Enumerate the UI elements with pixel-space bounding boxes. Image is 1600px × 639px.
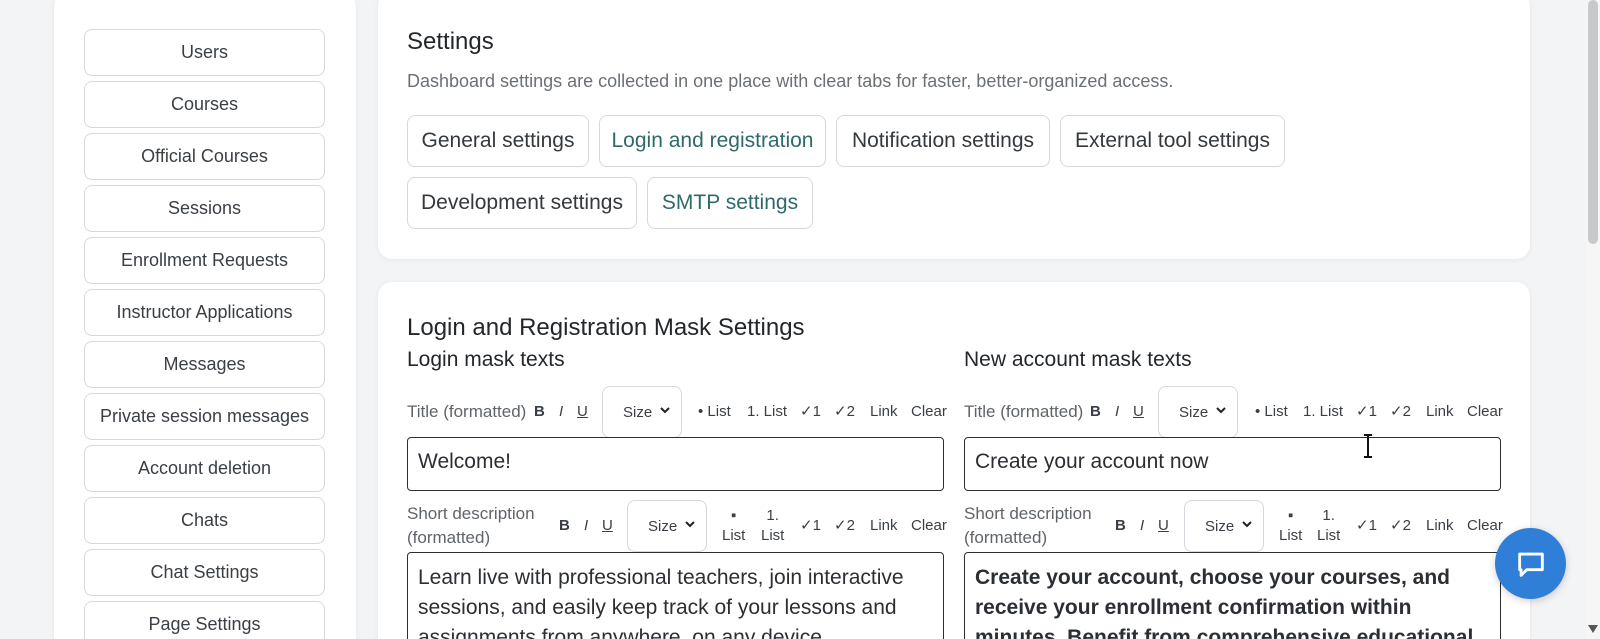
sidebar-item-sessions[interactable]: Sessions [84, 185, 325, 232]
register-title-bullet-list-button[interactable]: • List [1255, 402, 1288, 422]
register-desc-check1-button[interactable]: ✓1 [1356, 516, 1377, 536]
login-description-textarea[interactable]: Learn live with professional teachers, j… [407, 552, 944, 639]
register-desc-size-select[interactable]: Size [1184, 500, 1264, 552]
sidebar-item-enrollment-requests[interactable]: Enrollment Requests [84, 237, 325, 284]
register-description-textarea[interactable]: Create your account, choose your courses… [964, 552, 1501, 639]
new-account-mask-heading: New account mask texts [964, 348, 1192, 371]
chevron-down-icon [1216, 407, 1226, 414]
login-desc-check2-button[interactable]: ✓2 [834, 516, 855, 536]
mask-settings-title: Login and Registration Mask Settings [407, 314, 805, 341]
register-desc-underline-button[interactable]: U [1158, 516, 1169, 536]
sidebar-item-messages[interactable]: Messages [84, 341, 325, 388]
login-desc-underline-button[interactable]: U [602, 516, 613, 536]
login-desc-bullet-list-button[interactable]: ▪ List [722, 506, 745, 546]
chevron-down-icon [660, 407, 670, 414]
sidebar-item-courses[interactable]: Courses [84, 81, 325, 128]
login-title-bullet-list-button[interactable]: • List [698, 402, 731, 422]
sidebar-item-chats[interactable]: Chats [84, 497, 325, 544]
size-select-label: Size [648, 517, 678, 535]
login-title-check2-button[interactable]: ✓2 [834, 402, 855, 422]
tab-notification-settings[interactable]: Notification settings [836, 115, 1050, 167]
tab-login-and-registration[interactable]: Login and registration [599, 115, 826, 167]
login-desc-italic-button[interactable]: I [584, 516, 588, 536]
ordered-glyph: 1. [766, 507, 779, 524]
size-select-label: Size [1179, 403, 1209, 421]
register-desc-ordered-list-button[interactable]: 1. List [1317, 506, 1340, 546]
ordered-glyph: 1. [1322, 507, 1335, 524]
size-select-label: Size [1205, 517, 1235, 535]
bullet-glyph: ▪ [1288, 507, 1294, 524]
register-title-label: Title (formatted) [964, 402, 1084, 421]
register-desc-italic-button[interactable]: I [1140, 516, 1144, 536]
bullet-glyph: ▪ [731, 507, 737, 524]
scrollbar[interactable] [1586, 0, 1600, 639]
sidebar-item-instructor-applications[interactable]: Instructor Applications [84, 289, 325, 336]
register-desc-clear-button[interactable]: Clear [1467, 516, 1503, 536]
register-title-link-button[interactable]: Link [1426, 402, 1454, 422]
page-subtitle: Dashboard settings are collected in one … [407, 71, 1174, 91]
register-desc-bold-button[interactable]: B [1115, 516, 1126, 536]
login-mask-heading: Login mask texts [407, 348, 565, 371]
register-title-input[interactable]: Create your account now [964, 437, 1501, 491]
register-desc-label: Short description [964, 504, 1092, 523]
register-title-underline-button[interactable]: U [1133, 402, 1144, 422]
login-title-link-button[interactable]: Link [870, 402, 898, 422]
login-title-italic-button[interactable]: I [559, 402, 563, 422]
size-select-label: Size [623, 403, 653, 421]
register-desc-check2-button[interactable]: ✓2 [1390, 516, 1411, 536]
register-desc-label-suffix: (formatted) [964, 528, 1048, 547]
login-desc-bold-button[interactable]: B [559, 516, 570, 536]
login-desc-size-select[interactable]: Size [627, 500, 707, 552]
register-desc-bullet-list-button[interactable]: ▪ List [1279, 506, 1302, 546]
login-desc-label: Short description [407, 504, 535, 523]
login-desc-label-suffix: (formatted) [407, 528, 491, 547]
register-title-size-select[interactable]: Size [1158, 386, 1238, 438]
register-title-italic-button[interactable]: I [1115, 402, 1119, 422]
chat-bubble-icon [1517, 552, 1544, 577]
login-desc-clear-button[interactable]: Clear [911, 516, 947, 536]
tab-external-tool-settings[interactable]: External tool settings [1060, 115, 1285, 167]
list-word: List [722, 527, 746, 544]
chevron-down-icon [1242, 521, 1252, 528]
register-title-ordered-list-button[interactable]: 1. List [1303, 402, 1343, 422]
login-title-size-select[interactable]: Size [602, 386, 682, 438]
tab-development-settings[interactable]: Development settings [407, 177, 637, 229]
chevron-down-icon [685, 521, 695, 528]
login-desc-check1-button[interactable]: ✓1 [800, 516, 821, 536]
sidebar-item-private-session-messages[interactable]: Private session messages [84, 393, 325, 440]
login-title-label: Title (formatted) [407, 402, 527, 421]
register-title-bold-button[interactable]: B [1090, 402, 1101, 422]
login-desc-link-button[interactable]: Link [870, 516, 898, 536]
list-word: List [1317, 527, 1341, 544]
login-title-clear-button[interactable]: Clear [911, 402, 947, 422]
register-title-check2-button[interactable]: ✓2 [1390, 402, 1411, 422]
tab-smtp-settings[interactable]: SMTP settings [647, 177, 813, 229]
scroll-down-arrow-icon[interactable] [1588, 625, 1598, 633]
login-desc-ordered-list-button[interactable]: 1. List [761, 506, 784, 546]
chat-button[interactable] [1495, 528, 1566, 599]
text-cursor-icon [1364, 434, 1372, 458]
sidebar-item-page-settings[interactable]: Page Settings [84, 601, 325, 639]
login-title-check1-button[interactable]: ✓1 [800, 402, 821, 422]
sidebar-item-account-deletion[interactable]: Account deletion [84, 445, 325, 492]
sidebar-item-chat-settings[interactable]: Chat Settings [84, 549, 325, 596]
tab-general-settings[interactable]: General settings [407, 115, 589, 167]
list-word: List [1279, 527, 1303, 544]
sidebar-item-official-courses[interactable]: Official Courses [84, 133, 325, 180]
login-title-underline-button[interactable]: U [577, 402, 588, 422]
register-title-clear-button[interactable]: Clear [1467, 402, 1503, 422]
login-title-input[interactable]: Welcome! [407, 437, 944, 491]
sidebar-item-users[interactable]: Users [84, 29, 325, 76]
login-title-ordered-list-button[interactable]: 1. List [747, 402, 787, 422]
page-title: Settings [407, 28, 494, 55]
register-title-check1-button[interactable]: ✓1 [1356, 402, 1377, 422]
login-title-bold-button[interactable]: B [534, 402, 545, 422]
list-word: List [761, 527, 785, 544]
scrollbar-thumb[interactable] [1588, 0, 1598, 244]
register-desc-link-button[interactable]: Link [1426, 516, 1454, 536]
